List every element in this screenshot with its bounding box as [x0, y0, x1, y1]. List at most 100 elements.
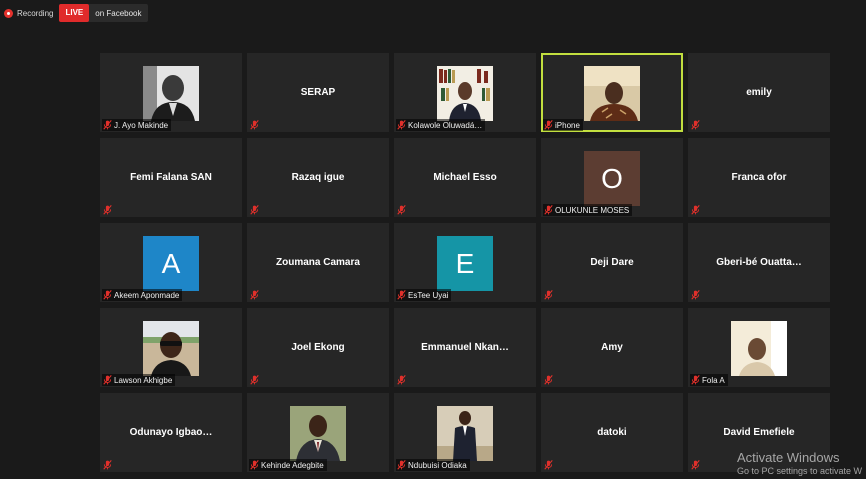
microphone-muted-icon	[691, 460, 700, 470]
microphone-muted-icon	[103, 375, 112, 385]
participant-status	[690, 204, 705, 216]
participant-display-name: Franca ofor	[731, 172, 787, 183]
participant-display-name: SERAP	[300, 87, 336, 98]
participant-display-name: Razaq igue	[291, 172, 345, 183]
participant-status	[690, 119, 705, 131]
watermark-subtitle: Go to PC settings to activate W	[736, 466, 862, 476]
participant-tile[interactable]: emily	[688, 53, 830, 132]
participant-tile[interactable]: Deji Dare	[541, 223, 683, 302]
participant-name: iPhone	[555, 120, 580, 130]
microphone-muted-icon	[250, 290, 259, 300]
participant-display-name: Michael Esso	[433, 172, 497, 183]
participant-display-name: Amy	[601, 342, 623, 353]
participant-tile[interactable]: Franca ofor	[688, 138, 830, 217]
participant-display-name: Emmanuel Nkan…	[421, 342, 509, 353]
recording-label: Recording	[17, 8, 54, 18]
participant-name-label: iPhone	[543, 119, 583, 131]
participant-tile[interactable]: Emmanuel Nkan…	[394, 308, 536, 387]
record-icon	[4, 8, 13, 18]
participant-tile[interactable]: J. Ayo Makinde	[100, 53, 242, 132]
participant-status	[249, 374, 264, 386]
participant-tile[interactable]: Joel Ekong	[247, 308, 389, 387]
microphone-muted-icon	[544, 375, 553, 385]
participant-tile[interactable]: SERAP	[247, 53, 389, 132]
participant-status	[396, 374, 411, 386]
microphone-muted-icon	[691, 375, 700, 385]
participant-display-name: emily	[746, 87, 772, 98]
livestream-indicator[interactable]: LIVE on Facebook	[59, 4, 148, 22]
participant-status	[690, 289, 705, 301]
participant-tile[interactable]: O OLUKUNLE MOSES	[541, 138, 683, 217]
avatar-initial: A	[143, 236, 199, 291]
avatar-initial: O	[584, 151, 640, 206]
participant-name: Akeem Aponmade	[114, 290, 180, 300]
microphone-muted-icon	[691, 120, 700, 130]
microphone-muted-icon	[250, 375, 259, 385]
participant-display-name: datoki	[597, 427, 627, 438]
participant-tile[interactable]: Odunayo Igbao…	[100, 393, 242, 472]
participant-display-name: Gberi-bé Ouatta…	[716, 257, 802, 268]
participant-name-label: Kolawole Oluwadá…	[396, 119, 486, 131]
participant-name: Lawson Akhigbe	[114, 375, 173, 385]
microphone-muted-icon	[397, 205, 406, 215]
participant-name: Kolawole Oluwadá…	[408, 120, 483, 130]
participant-video	[143, 66, 199, 121]
participant-status	[690, 459, 705, 471]
recording-indicator[interactable]: Recording	[4, 4, 53, 22]
microphone-muted-icon	[103, 205, 112, 215]
participant-name-label: Fola A	[690, 374, 728, 386]
participant-name: Fola A	[702, 375, 725, 385]
participant-name-label: Akeem Aponmade	[102, 289, 183, 301]
participant-status	[543, 289, 558, 301]
participant-tile[interactable]: Femi Falana SAN	[100, 138, 242, 217]
participant-video	[290, 406, 346, 461]
participant-tile[interactable]: iPhone	[541, 53, 683, 132]
participant-status	[543, 459, 558, 471]
participant-status	[249, 204, 264, 216]
livestream-destination: on Facebook	[95, 8, 142, 18]
participant-name-label: OLUKUNLE MOSES	[543, 204, 633, 216]
microphone-muted-icon	[250, 460, 259, 470]
participant-tile[interactable]: Ndubuisi Odiaka	[394, 393, 536, 472]
participant-name: Ndubuisi Odiaka	[408, 460, 467, 470]
microphone-muted-icon	[397, 120, 406, 130]
microphone-muted-icon	[544, 290, 553, 300]
participant-status	[543, 374, 558, 386]
participant-video	[437, 66, 493, 121]
participant-tile[interactable]: E EsTee Uyai	[394, 223, 536, 302]
avatar-initial: E	[437, 236, 493, 291]
microphone-muted-icon	[103, 290, 112, 300]
participant-tile[interactable]: Fola A	[688, 308, 830, 387]
participant-tile[interactable]: datoki	[541, 393, 683, 472]
participant-tile[interactable]: Gberi-bé Ouatta…	[688, 223, 830, 302]
participant-tile[interactable]: Amy	[541, 308, 683, 387]
participant-tile[interactable]: Razaq igue	[247, 138, 389, 217]
microphone-muted-icon	[691, 290, 700, 300]
watermark-title: Activate Windows	[736, 450, 840, 465]
participant-tile[interactable]: A Akeem Aponmade	[100, 223, 242, 302]
microphone-muted-icon	[397, 375, 406, 385]
participant-tile[interactable]: Kolawole Oluwadá…	[394, 53, 536, 132]
participant-name: Kehinde Adegbite	[261, 460, 324, 470]
participant-tile[interactable]: Zoumana Camara	[247, 223, 389, 302]
participant-status	[249, 289, 264, 301]
meeting-status-bar: Recording LIVE on Facebook	[4, 4, 148, 22]
participant-name-label: Kehinde Adegbite	[249, 459, 327, 471]
participant-name-label: Ndubuisi Odiaka	[396, 459, 470, 471]
participant-tile[interactable]: Kehinde Adegbite	[247, 393, 389, 472]
participant-name-label: Lawson Akhigbe	[102, 374, 176, 386]
participant-video	[437, 406, 493, 461]
microphone-muted-icon	[544, 205, 553, 215]
participant-name: OLUKUNLE MOSES	[555, 205, 630, 215]
participant-display-name: Zoumana Camara	[276, 257, 360, 268]
microphone-muted-icon	[250, 205, 259, 215]
participant-name-label: EsTee Uyai	[396, 289, 452, 301]
participant-display-name: Femi Falana SAN	[130, 172, 212, 183]
participant-video	[143, 321, 199, 376]
windows-activation-watermark: Activate Windows Go to PC settings to ac…	[737, 450, 862, 476]
participant-tile[interactable]: Michael Esso	[394, 138, 536, 217]
microphone-muted-icon	[397, 290, 406, 300]
participant-status	[102, 204, 117, 216]
participant-tile[interactable]: Lawson Akhigbe	[100, 308, 242, 387]
participant-status	[249, 119, 264, 131]
